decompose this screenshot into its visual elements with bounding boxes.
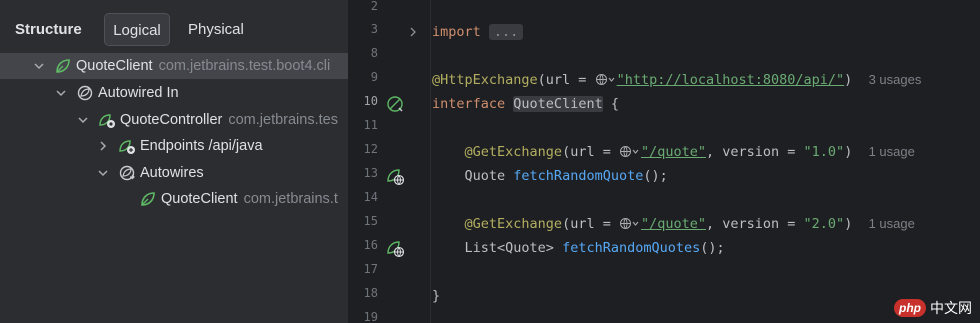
fold-expand-icon[interactable] <box>408 26 418 38</box>
editor-gutter[interactable]: 2 3 8 9 10 11 12 13 14 15 16 17 18 19 <box>350 0 432 323</box>
chevron-down-icon[interactable] <box>76 113 90 127</box>
spring-leaf-icon <box>56 59 70 73</box>
quote-path-link[interactable]: "/quote" <box>641 144 706 160</box>
code-line-18[interactable]: } <box>432 284 440 308</box>
base-url-link[interactable]: "http://localhost:8080/api/" <box>617 72 845 88</box>
endpoints-icon <box>119 140 135 154</box>
tree-item-package: com.jetbrains.test.boot4.cli <box>158 58 331 74</box>
code-editor[interactable]: 2 3 8 9 10 11 12 13 14 15 16 17 18 19 im… <box>350 0 980 323</box>
method-fetch-random-quote[interactable]: fetchRandomQuote <box>513 168 643 184</box>
autowires-icon <box>119 165 135 181</box>
line-number: 9 <box>370 70 378 84</box>
tree-item-label: Autowires <box>140 165 204 181</box>
line-number: 17 <box>363 262 378 276</box>
spring-leaf-icon <box>141 192 155 206</box>
tree-item-label: QuoteClient <box>76 58 153 74</box>
globe-dropdown-icon[interactable] <box>595 73 617 86</box>
line-number: 15 <box>363 214 378 228</box>
tree-item-label: Autowired In <box>98 85 179 101</box>
tree-item-label: QuoteController <box>120 112 223 128</box>
code-line-10[interactable]: interface QuoteClient { <box>432 92 619 116</box>
tree-item-package: com.jetbrains.tes <box>228 112 338 128</box>
watermark-logo: php 中文网 <box>894 297 972 319</box>
tree-item-autowired-in[interactable]: Autowired In <box>0 80 348 106</box>
structure-panel: Structure Logical Physical QuoteClient co… <box>0 0 348 323</box>
line-number: 8 <box>370 46 378 60</box>
watermark-text: 中文网 <box>930 301 972 317</box>
interface-name[interactable]: QuoteClient <box>513 96 603 112</box>
globe-dropdown-icon[interactable] <box>619 217 641 230</box>
autowired-icon <box>77 85 93 101</box>
line-number: 2 <box>370 0 378 13</box>
tree-item-quoteclient[interactable]: QuoteClient com.jetbrains.test.boot4.cli <box>0 53 348 79</box>
tree-item-autowires[interactable]: Autowires <box>0 160 348 186</box>
endpoint-gutter-icon[interactable] <box>385 166 405 186</box>
tree-item-quoteclient-leaf[interactable]: QuoteClient com.jetbrains.t <box>0 186 348 212</box>
line-number: 18 <box>363 286 378 300</box>
code-line-12[interactable]: @GetExchange(url = "/quote", version = "… <box>432 140 915 164</box>
tree-item-package: com.jetbrains.t <box>243 191 338 207</box>
quote-path-link[interactable]: "/quote" <box>641 216 706 232</box>
chevron-down-icon[interactable] <box>96 166 110 180</box>
line-number: 16 <box>363 238 378 252</box>
usages-hint[interactable]: 3 usages <box>869 72 922 87</box>
tree-item-label: Endpoints /api/java <box>140 138 263 154</box>
spring-interface-gutter-icon[interactable] <box>385 94 405 114</box>
folded-imports[interactable]: ... <box>488 24 524 40</box>
method-fetch-random-quotes[interactable]: fetchRandomQuotes <box>562 240 700 256</box>
endpoint-gutter-icon[interactable] <box>385 238 405 258</box>
chevron-right-icon[interactable] <box>96 139 110 153</box>
code-line-16[interactable]: List<Quote> fetchRandomQuotes(); <box>432 236 725 260</box>
line-number: 19 <box>363 310 378 323</box>
chevron-down-icon[interactable] <box>32 59 46 73</box>
tree-item-label: QuoteClient <box>161 191 238 207</box>
usages-hint[interactable]: 1 usage <box>869 216 915 231</box>
line-number: 13 <box>363 166 378 180</box>
tree-item-endpoints[interactable]: Endpoints /api/java <box>0 133 348 159</box>
code-line-9[interactable]: @HttpExchange(url = "http://localhost:80… <box>432 68 921 92</box>
line-number: 12 <box>363 142 378 156</box>
line-number: 3 <box>370 22 378 36</box>
line-number: 11 <box>363 118 378 132</box>
structure-header: Structure Logical Physical <box>0 0 348 46</box>
line-number: 10 <box>363 94 378 108</box>
code-line-13[interactable]: Quote fetchRandomQuote(); <box>432 164 668 188</box>
code-line-15[interactable]: @GetExchange(url = "/quote", version = "… <box>432 212 915 236</box>
code-line-3[interactable]: import ... <box>432 20 524 44</box>
usages-hint[interactable]: 1 usage <box>869 144 915 159</box>
line-number: 14 <box>363 190 378 204</box>
tree-item-quotecontroller[interactable]: QuoteController com.jetbrains.tes <box>0 107 348 133</box>
structure-title: Structure <box>15 21 82 38</box>
watermark-badge: php <box>894 299 926 317</box>
gutter-divider <box>430 0 431 323</box>
globe-dropdown-icon[interactable] <box>619 145 641 158</box>
chevron-down-icon[interactable] <box>54 86 68 100</box>
spring-bean-icon <box>99 114 115 128</box>
tab-physical[interactable]: Physical <box>180 13 252 46</box>
tab-logical[interactable]: Logical <box>104 13 170 46</box>
